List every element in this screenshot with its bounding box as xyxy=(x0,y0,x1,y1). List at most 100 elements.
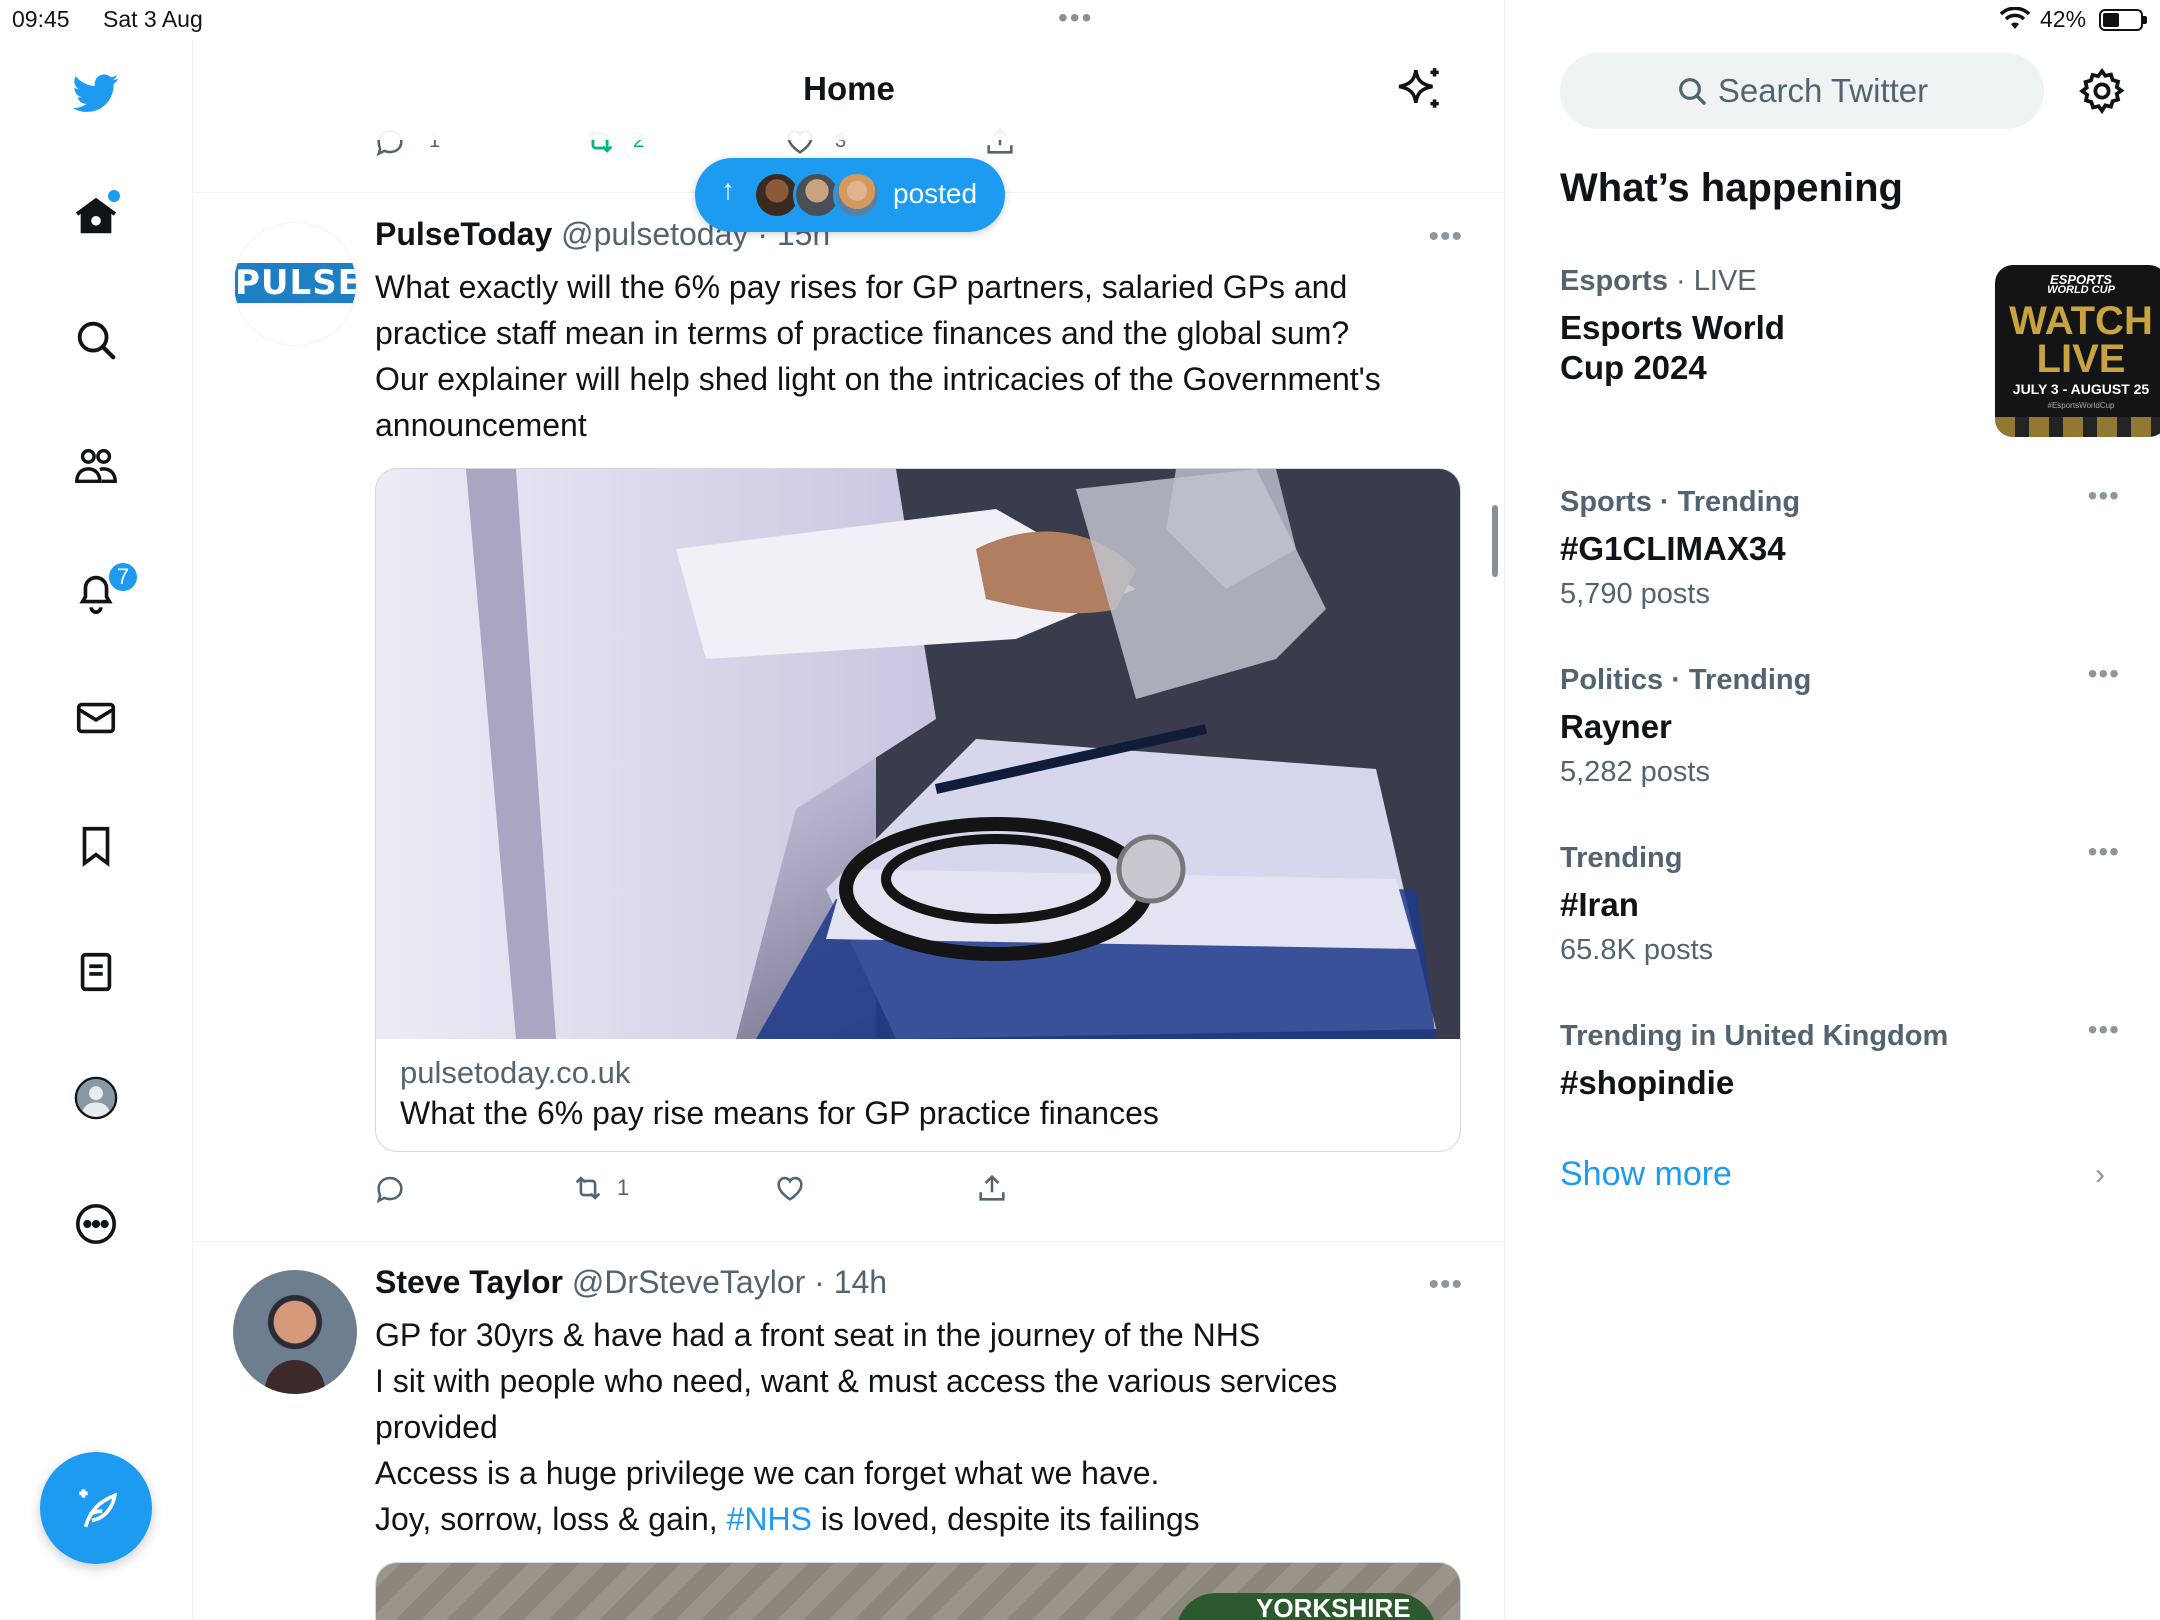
trend-item[interactable]: Esports · LIVE Esports World Cup 2024 ES… xyxy=(1560,265,2160,440)
more-options-icon[interactable]: ••• xyxy=(2088,658,2120,690)
reply-icon xyxy=(376,1176,403,1204)
more-options-icon[interactable]: ••• xyxy=(2088,1014,2120,1046)
more-options-icon[interactable]: ••• xyxy=(2088,480,2120,512)
gear-icon[interactable] xyxy=(2077,66,2127,116)
lists-icon[interactable] xyxy=(64,940,128,1004)
esports-thumb-text: WATCH xyxy=(2009,299,2153,343)
show-more-link[interactable]: Show more xyxy=(1560,1155,1732,1194)
tweet-actions: 1 xyxy=(375,1168,1075,1208)
arrow-up-icon: ↑ xyxy=(721,174,735,205)
trend-live-label: · LIVE xyxy=(1667,265,1757,297)
esports-thumb-text: JULY 3 - AUGUST 25 xyxy=(2012,381,2150,397)
more-options-icon[interactable]: ••• xyxy=(1428,1268,1463,1302)
profile-icon[interactable] xyxy=(64,1066,128,1130)
page-title: Home xyxy=(803,70,895,107)
trend-name: #shopindie xyxy=(1560,1064,1735,1101)
search-input[interactable]: Search Twitter xyxy=(1560,53,2044,129)
tweet-text-segment: is loved, despite its failings xyxy=(811,1501,1200,1537)
avatar[interactable]: PULSE xyxy=(233,222,357,346)
chevron-right-icon[interactable]: › xyxy=(2095,1158,2105,1192)
esports-thumb-stripe xyxy=(1995,417,2160,437)
link-card-image xyxy=(376,469,1460,1039)
avatar-shoulders xyxy=(265,1360,325,1394)
bookmark-icon[interactable] xyxy=(64,814,128,878)
retweet-button[interactable]: 1 xyxy=(571,1168,629,1208)
compose-tweet-button[interactable] xyxy=(40,1452,152,1564)
avatar xyxy=(833,171,881,219)
reply-button[interactable] xyxy=(373,1168,407,1208)
trend-category: Esports · LIVE xyxy=(1560,265,1757,298)
tweet-text-line: Our explainer will help shed light on th… xyxy=(375,361,1381,397)
link-card-domain: pulsetoday.co.uk xyxy=(400,1055,631,1090)
divider xyxy=(193,1241,1504,1242)
right-sidebar: Search Twitter What’s happening Esports … xyxy=(1505,0,2160,1620)
tweet-text-line: GP for 30yrs & have had a front seat in … xyxy=(375,1317,1261,1353)
trend-name-line2: Cup 2024 xyxy=(1560,349,1707,386)
trend-post-count: 5,790 posts xyxy=(1560,578,1710,610)
trend-post-count: 65.8K posts xyxy=(1560,934,1714,966)
trend-item[interactable]: Trending in United Kingdom #shopindie ••… xyxy=(1560,1014,2120,1110)
trend-post-count: 5,282 posts xyxy=(1560,756,1710,788)
home-unread-dot xyxy=(108,190,120,202)
notifications-badge: 7 xyxy=(106,560,140,594)
tweet-header: Steve Taylor @DrSteveTaylor · 14h xyxy=(375,1264,887,1301)
tweet-time: · 14h xyxy=(814,1264,888,1300)
mail-icon[interactable] xyxy=(64,686,128,750)
tweet-media[interactable]: YORKSHIRE xyxy=(375,1562,1461,1620)
avatar[interactable] xyxy=(233,1270,357,1394)
home-icon[interactable] xyxy=(64,184,128,248)
trend-name: #Iran xyxy=(1560,886,1639,923)
tweet-text-segment: Joy, sorrow, loss & gain, xyxy=(375,1501,727,1537)
trend-name: Esports World xyxy=(1560,309,1785,346)
esports-thumb-text: LIVE xyxy=(2036,337,2126,381)
retweet-icon xyxy=(575,1176,601,1200)
like-icon xyxy=(777,1176,803,1201)
twitter-logo-icon[interactable] xyxy=(64,60,128,124)
hashtag-link[interactable]: #NHS xyxy=(727,1501,812,1537)
share-button[interactable] xyxy=(975,1168,1009,1208)
sparkle-icon[interactable] xyxy=(1395,64,1445,114)
trend-category: Sports · Trending xyxy=(1560,486,1801,518)
tweet-author-name[interactable]: PulseToday xyxy=(375,216,552,252)
trend-item[interactable]: Politics · Trending Rayner 5,282 posts •… xyxy=(1560,658,2120,794)
more-icon[interactable] xyxy=(64,1192,128,1256)
link-card[interactable]: pulsetoday.co.uk What the 6% pay rise me… xyxy=(375,468,1461,1152)
trend-category: Trending in United Kingdom xyxy=(1560,1020,1949,1052)
trend-name: #G1CLIMAX34 xyxy=(1560,530,1786,567)
trend-category: Politics · Trending xyxy=(1560,664,1812,696)
left-navigation: 7 xyxy=(0,40,193,1620)
tweet-author-name[interactable]: Steve Taylor xyxy=(375,1264,563,1300)
trend-category-text: Esports xyxy=(1560,265,1668,297)
retweet-count: 1 xyxy=(617,1175,630,1200)
bell-icon[interactable]: 7 xyxy=(64,560,140,624)
media-sign-text: YORKSHIRE xyxy=(1256,1593,1411,1620)
communities-icon[interactable] xyxy=(64,434,128,498)
trend-name: Rayner xyxy=(1560,708,1672,745)
new-posts-pill[interactable]: ↑ posted xyxy=(695,158,1005,232)
timeline[interactable]: 1 2 3 Home ↑ posted PULSE PulseToday @pu… xyxy=(193,0,1505,1620)
trend-item[interactable]: Sports · Trending #G1CLIMAX34 5,790 post… xyxy=(1560,480,2120,616)
scroll-indicator[interactable] xyxy=(1492,505,1498,577)
home-header: Home xyxy=(193,40,1504,140)
more-options-icon[interactable]: ••• xyxy=(1428,220,1463,254)
tweet-text-line: practice staff mean in terms of practice… xyxy=(375,315,1350,351)
tweet-text-line: What exactly will the 6% pay rises for G… xyxy=(375,269,1348,305)
search-icon[interactable] xyxy=(64,308,128,372)
trend-category: Trending xyxy=(1560,842,1683,874)
compose-icon xyxy=(79,1489,118,1528)
share-icon xyxy=(979,1174,1005,1201)
more-options-icon[interactable]: ••• xyxy=(2088,836,2120,868)
trend-item[interactable]: Trending #Iran 65.8K posts ••• xyxy=(1560,836,2120,972)
esports-thumbnail: ESPORTS WORLD CUP WATCH LIVE JULY 3 - AU… xyxy=(1995,265,2160,437)
tweet-author-handle[interactable]: @DrSteveTaylor xyxy=(572,1264,805,1300)
search-placeholder: Search Twitter xyxy=(1717,72,1929,109)
link-card-title: What the 6% pay rise means for GP practi… xyxy=(400,1095,1159,1131)
tweet-text-line: provided xyxy=(375,1409,498,1445)
tweet-text: GP for 30yrs & have had a front seat in … xyxy=(375,1312,1455,1542)
status-date: Sat 3 Aug xyxy=(103,6,203,32)
status-time: 09:45 xyxy=(12,6,70,32)
pulse-logo: PULSE xyxy=(235,263,357,303)
tweet-text-line: I sit with people who need, want & must … xyxy=(375,1363,1338,1399)
like-button[interactable] xyxy=(773,1168,807,1208)
tweet-text-line: Access is a huge privilege we can forget… xyxy=(375,1455,1160,1491)
